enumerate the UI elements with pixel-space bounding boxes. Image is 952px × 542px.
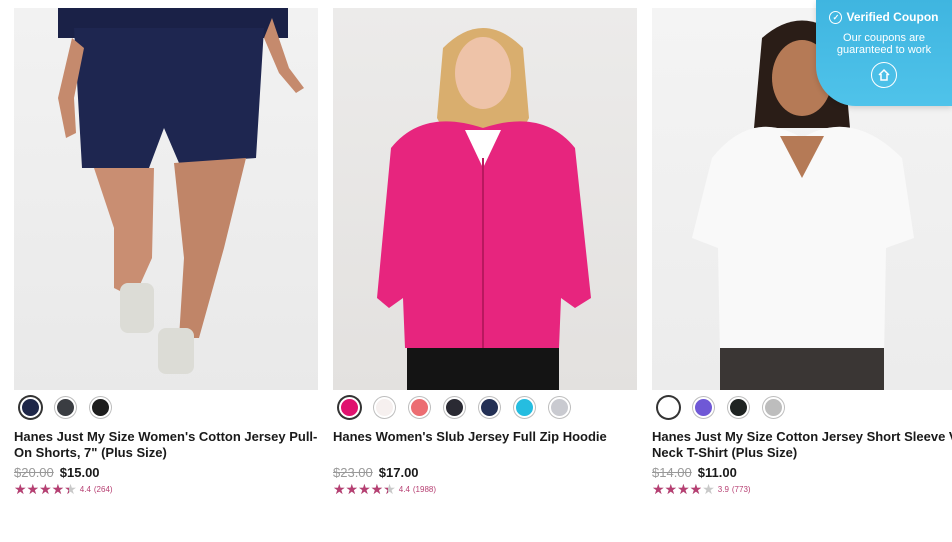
color-swatch[interactable] xyxy=(374,397,395,418)
sale-price: $11.00 xyxy=(697,465,737,480)
product-title[interactable]: Hanes Just My Size Women's Cotton Jersey… xyxy=(14,429,317,461)
rating[interactable]: ★★★★★★★★★★ 3.9 (773) xyxy=(652,482,751,496)
star-rating-icon: ★★★★★★★★★★ xyxy=(652,481,715,497)
rating-value: 4.4 xyxy=(398,484,410,494)
color-swatch[interactable] xyxy=(549,397,570,418)
product-card[interactable]: Hanes Just My Size Women's Cotton Jersey… xyxy=(14,8,318,496)
color-swatch[interactable] xyxy=(658,397,679,418)
color-swatches xyxy=(20,397,111,418)
product-image[interactable] xyxy=(14,8,318,390)
review-count[interactable]: (264) xyxy=(94,485,113,494)
coupon-title: Verified Coupon xyxy=(846,10,939,24)
color-swatches xyxy=(658,397,784,418)
color-swatch[interactable] xyxy=(20,397,41,418)
original-price: $14.00 xyxy=(652,465,692,480)
coupon-subtitle-line-2: guaranteed to work xyxy=(836,44,932,56)
verified-coupon-badge[interactable]: ✓ Verified Coupon Our coupons are guaran… xyxy=(816,0,952,106)
check-circle-icon: ✓ xyxy=(829,10,843,24)
sale-price: $17.00 xyxy=(378,465,419,480)
color-swatch[interactable] xyxy=(763,397,784,418)
color-swatch[interactable] xyxy=(728,397,749,418)
star-rating-icon: ★★★★★★★★★★ xyxy=(333,481,396,497)
product-card[interactable]: Hanes Women's Slub Jersey Full Zip Hoodi… xyxy=(333,8,637,496)
original-price: $23.00 xyxy=(333,465,373,480)
product-image[interactable] xyxy=(333,8,637,390)
product-title-line-1[interactable]: Hanes Just My Size Women's Cotton Jersey… xyxy=(14,429,317,445)
rating-value: 4.4 xyxy=(79,484,91,494)
rating-value: 3.9 xyxy=(717,484,729,494)
home-icon[interactable] xyxy=(871,62,897,88)
product-title-line-1[interactable]: Hanes Women's Slub Jersey Full Zip Hoodi… xyxy=(333,429,633,445)
price-block: $20.00 $15.00 xyxy=(14,465,100,480)
color-swatch[interactable] xyxy=(90,397,111,418)
sale-price: $15.00 xyxy=(59,465,100,480)
color-swatch[interactable] xyxy=(409,397,430,418)
review-count[interactable]: (773) xyxy=(732,485,751,494)
product-title-line-2[interactable]: On Shorts, 7" (Plus Size) xyxy=(14,445,314,461)
product-title[interactable]: Hanes Women's Slub Jersey Full Zip Hoodi… xyxy=(333,429,633,445)
star-rating-icon: ★★★★★★★★★★ xyxy=(14,481,77,497)
color-swatch[interactable] xyxy=(55,397,76,418)
color-swatch[interactable] xyxy=(693,397,714,418)
original-price: $20.00 xyxy=(14,465,54,480)
product-title-line-1[interactable]: Hanes Just My Size Cotton Jersey Short S… xyxy=(652,429,952,445)
color-swatch[interactable] xyxy=(339,397,360,418)
price-block: $23.00 $17.00 xyxy=(333,465,419,480)
product-title[interactable]: Hanes Just My Size Cotton Jersey Short S… xyxy=(652,429,952,461)
color-swatch[interactable] xyxy=(479,397,500,418)
color-swatch[interactable] xyxy=(444,397,465,418)
coupon-subtitle-line-1: Our coupons are xyxy=(843,32,925,44)
coupon-subtitle: Our coupons are guaranteed to work xyxy=(816,32,952,56)
price-block: $14.00 $11.00 xyxy=(652,465,737,480)
coupon-title-row: ✓ Verified Coupon xyxy=(816,10,952,24)
product-grid: Hanes Just My Size Women's Cotton Jersey… xyxy=(14,8,952,542)
rating[interactable]: ★★★★★★★★★★ 4.4 (264) xyxy=(14,482,113,496)
color-swatch[interactable] xyxy=(514,397,535,418)
product-title-line-2[interactable]: Neck T-Shirt (Plus Size) xyxy=(652,445,952,461)
review-count[interactable]: (1988) xyxy=(413,485,436,494)
color-swatches xyxy=(339,397,570,418)
rating[interactable]: ★★★★★★★★★★ 4.4 (1988) xyxy=(333,482,436,496)
